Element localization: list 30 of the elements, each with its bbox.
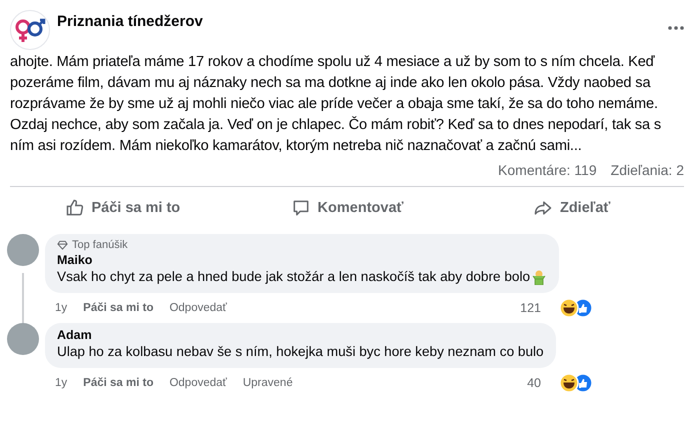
post-text: ahojte. Mám priateľa máme 17 rokov a chodíme spolu už 4 mesiace a už by som to s ním chcela. Keď pozeráme film, dávam mu aj náznaky nech sa ma dotkne aj inde ako len okolo pása. Vždy naobed sa rozprávame že by sme už aj mohli niečo viac ale príde večer a obaja sme takí, že sa do toho nemáme. Ozdaj nechce, aby som začala ja. Veď on je chlapec. Čo mám robiť? Keď sa to dnes nepodarí, tak sa s ním asi rozídem. Mám niekoľko kamarátov, ktorým netreba nič naznačovať a začnú sami... [9,53,662,156]
reaction-icons [559,373,593,393]
comment-text: Ulap ho za kolbasu nebav še s ním, hokejka muši byc hore keby neznam co bulo [57,343,544,361]
avatar-placeholder[interactable] [7,323,39,355]
reaction-count[interactable]: 121 [520,301,541,315]
reply-link[interactable]: Odpovedať [169,377,227,389]
edited-link[interactable]: Upravené [242,377,293,389]
page-logo[interactable] [10,10,50,50]
comments-count[interactable]: Komentáre: 119 [498,162,597,184]
comment-button[interactable]: Komentovať [234,191,460,225]
comment-author[interactable]: Maiko [57,253,548,267]
badge-label: Top fanúšik [72,239,128,251]
reaction-count[interactable]: 40 [527,376,541,390]
more-options-icon[interactable] [668,26,684,30]
avatar-placeholder[interactable] [7,234,39,266]
comment-time[interactable]: 1y [55,377,68,389]
speech-bubble-icon [290,198,311,218]
comment-time[interactable]: 1y [55,302,68,314]
comment-text: Vsak ho chyt za pele a hned bude jak stožár a len naskočíš tak aby dobre bolo [57,268,530,286]
page-name[interactable]: Priznania tínedžerov [57,13,661,30]
like-button[interactable]: Páči sa mi to [10,191,235,225]
reaction-icons [559,298,593,318]
share-button[interactable]: Zdieľať [459,191,684,225]
comment-author[interactable]: Adam [57,328,544,342]
reply-link[interactable]: Odpovedať [169,302,227,314]
thumbs-up-icon [64,198,84,218]
like-link[interactable]: Páči sa mi to [83,377,154,389]
diamond-icon [57,240,68,250]
shares-count[interactable]: Zdieľania: 2 [610,162,684,184]
like-link[interactable]: Páči sa mi to [83,302,154,314]
